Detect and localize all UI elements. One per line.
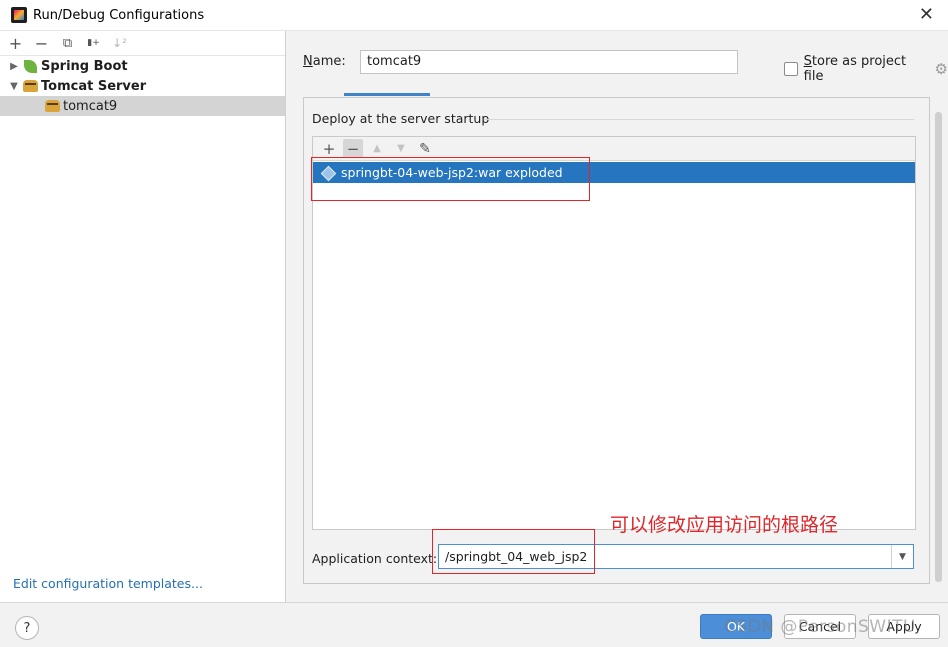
new-folder-button[interactable]: ▮+	[85, 35, 102, 52]
configurations-sidebar: + − ⧉ ▮+ ↓² ▶ Spring Boot ▼ Tomcat Serve…	[0, 31, 286, 602]
window-title: Run/Debug Configurations	[33, 7, 205, 23]
tree-item-label: tomcat9	[63, 98, 118, 114]
watermark: CSDN @PersonSWITU	[724, 617, 916, 637]
annotation-box-artifact	[311, 157, 590, 201]
store-as-project-file-label: Store as project file	[803, 54, 907, 84]
annotation-box-context	[432, 529, 595, 574]
sort-configurations-button[interactable]: ↓²	[111, 35, 128, 52]
edit-artifact-button[interactable]: ✎	[415, 139, 435, 158]
copy-configuration-button[interactable]: ⧉	[59, 35, 76, 52]
annotation-text: 可以修改应用访问的根路径	[610, 514, 839, 536]
add-configuration-button[interactable]: +	[7, 34, 24, 53]
gear-icon[interactable]: ⚙	[935, 60, 948, 78]
help-button[interactable]: ?	[15, 616, 39, 640]
active-tab-indicator	[344, 93, 430, 96]
move-down-button[interactable]: ▼	[391, 139, 411, 158]
intellij-app-icon	[11, 7, 27, 23]
name-input[interactable]: tomcat9	[360, 50, 738, 74]
sidebar-toolbar: + − ⧉ ▮+ ↓²	[0, 31, 285, 56]
chevron-down-icon[interactable]: ▼	[891, 545, 913, 568]
tree-item-spring-boot[interactable]: ▶ Spring Boot	[0, 56, 285, 76]
close-icon[interactable]: ✕	[919, 4, 934, 25]
tree-item-tomcat9[interactable]: tomcat9	[0, 96, 285, 116]
window-titlebar: Run/Debug Configurations ✕	[0, 0, 948, 31]
store-as-project-file[interactable]: Store as project file ⚙	[784, 54, 948, 84]
move-up-button[interactable]: ▲	[367, 139, 387, 158]
remove-artifact-button[interactable]: −	[343, 139, 363, 158]
configurations-tree: ▶ Spring Boot ▼ Tomcat Server tomcat9	[0, 56, 285, 116]
store-as-project-file-checkbox[interactable]	[784, 62, 798, 76]
vertical-scrollbar[interactable]	[934, 112, 943, 584]
edit-templates-link[interactable]: Edit configuration templates...	[13, 576, 203, 591]
tree-item-tomcat-server[interactable]: ▼ Tomcat Server	[0, 76, 285, 96]
add-artifact-button[interactable]: +	[319, 139, 339, 158]
tomcat-icon	[22, 79, 38, 93]
remove-configuration-button[interactable]: −	[33, 34, 50, 53]
chevron-down-icon[interactable]: ▼	[6, 81, 22, 92]
scrollbar-thumb[interactable]	[935, 112, 942, 582]
deploy-section-title: Deploy at the server startup	[312, 111, 490, 126]
spring-boot-icon	[22, 59, 38, 73]
tree-item-label: Spring Boot	[41, 58, 128, 74]
dialog-footer: ? OK Cancel Apply CSDN @PersonSWITU	[0, 602, 948, 647]
tomcat-icon	[44, 99, 60, 113]
chevron-right-icon[interactable]: ▶	[6, 61, 22, 72]
application-context-label: Application context:	[312, 551, 438, 566]
name-label: Name:	[303, 54, 346, 69]
tree-item-label: Tomcat Server	[41, 78, 147, 94]
section-divider	[484, 119, 914, 120]
